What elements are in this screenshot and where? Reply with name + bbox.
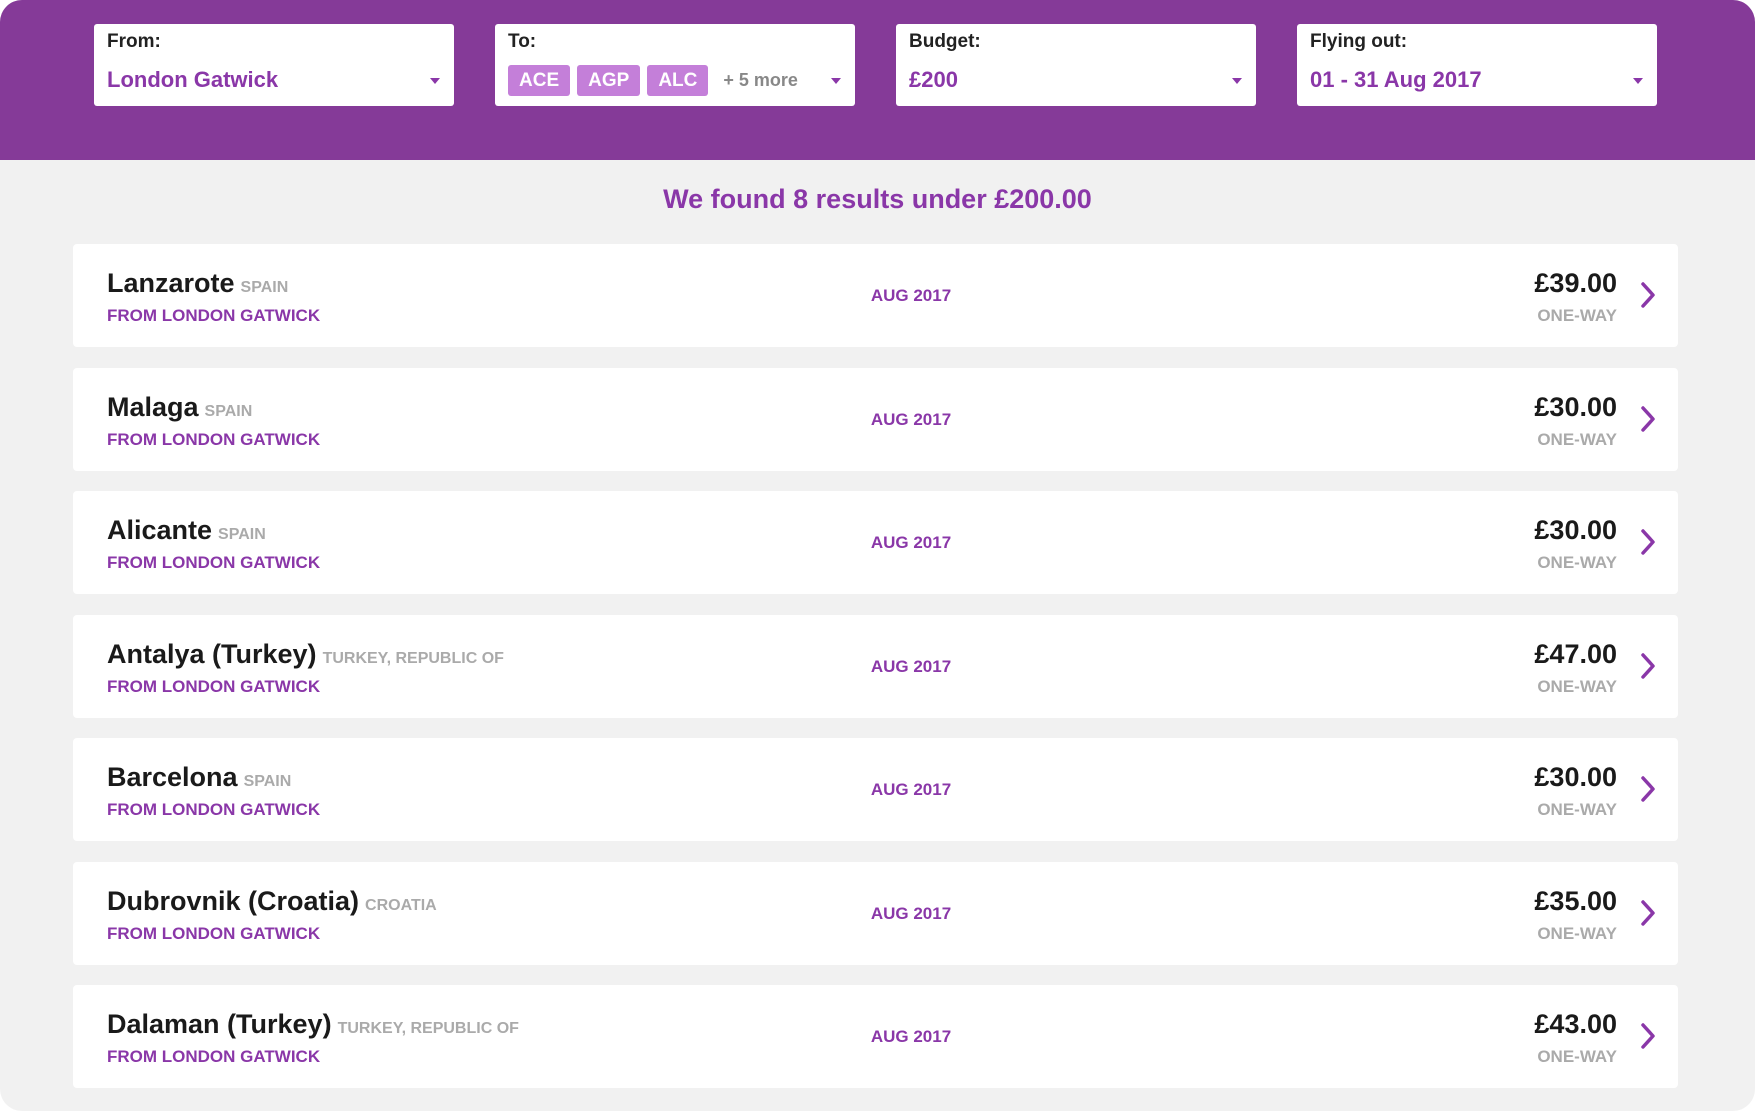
chevron-right-icon[interactable] bbox=[1640, 528, 1656, 556]
city-name: Antalya (Turkey) bbox=[107, 638, 317, 669]
destination: Barcelona SPAIN bbox=[107, 762, 291, 793]
country-name: TURKEY, REPUBLIC OF bbox=[322, 649, 504, 667]
budget-field[interactable]: Budget: £200 bbox=[896, 24, 1256, 106]
travel-date: AUG 2017 bbox=[870, 780, 952, 799]
more-destinations[interactable]: + 5 more bbox=[723, 70, 798, 91]
destination: Alicante SPAIN bbox=[107, 515, 266, 546]
destination-chips: ACE AGP ALC + 5 more bbox=[508, 65, 842, 96]
destination-chip[interactable]: ACE bbox=[508, 65, 571, 96]
trip-type: ONE-WAY bbox=[1537, 800, 1617, 819]
country-name: SPAIN bbox=[204, 402, 253, 420]
flying-out-value: 01 - 31 Aug 2017 bbox=[1310, 67, 1482, 92]
flying-out-label: Flying out: bbox=[1310, 31, 1408, 52]
trip-type: ONE-WAY bbox=[1537, 306, 1617, 325]
trip-type: ONE-WAY bbox=[1537, 923, 1617, 943]
result-row[interactable]: Barcelona SPAIN FROM LONDON GATWICK AUG 2… bbox=[73, 738, 1678, 841]
chevron-down-icon bbox=[1633, 78, 1643, 84]
chevron-right-icon[interactable] bbox=[1640, 775, 1656, 803]
country-name: CROATIA bbox=[365, 896, 437, 914]
country-name: SPAIN bbox=[218, 526, 266, 543]
origin-label: FROM LONDON GATWICK bbox=[107, 1047, 321, 1066]
from-value: London Gatwick bbox=[107, 67, 279, 92]
price: £43.00 bbox=[1534, 1009, 1617, 1039]
price: £39.00 bbox=[1534, 268, 1617, 298]
origin-label: FROM LONDON GATWICK bbox=[107, 306, 321, 325]
origin-label: FROM LONDON GATWICK bbox=[107, 923, 321, 943]
origin-label: FROM LONDON GATWICK bbox=[107, 800, 321, 819]
app-window: From: London Gatwick To: ACE AGP ALC + 5… bbox=[0, 0, 1755, 1111]
price: £35.00 bbox=[1534, 885, 1617, 916]
price: £30.00 bbox=[1534, 515, 1617, 545]
destination-chip[interactable]: AGP bbox=[577, 65, 641, 96]
travel-date: AUG 2017 bbox=[870, 286, 952, 305]
city-name: Dubrovnik (Croatia) bbox=[107, 885, 360, 916]
destination: Antalya (Turkey) TURKEY, REPUBLIC OF bbox=[107, 639, 504, 670]
result-row[interactable]: Malaga SPAIN FROM LONDON GATWICK AUG 2017… bbox=[73, 367, 1678, 471]
from-field[interactable]: From: London Gatwick bbox=[94, 24, 454, 106]
travel-date: AUG 2017 bbox=[870, 656, 952, 676]
chevron-down-icon bbox=[831, 78, 841, 84]
chevron-right-icon[interactable] bbox=[1640, 1022, 1656, 1050]
chevron-right-icon[interactable] bbox=[1640, 405, 1656, 433]
trip-type: ONE-WAY bbox=[1537, 429, 1617, 449]
country-name: SPAIN bbox=[240, 279, 289, 296]
trip-type: ONE-WAY bbox=[1537, 676, 1617, 696]
origin-label: FROM LONDON GATWICK bbox=[107, 676, 321, 696]
trip-type: ONE-WAY bbox=[1537, 1047, 1617, 1066]
travel-date: AUG 2017 bbox=[870, 903, 952, 923]
destination-chip[interactable]: ALC bbox=[647, 65, 709, 96]
price: £47.00 bbox=[1534, 638, 1617, 669]
country-name: TURKEY, REPUBLIC OF bbox=[337, 1020, 519, 1037]
result-row[interactable]: Lanzarote SPAIN FROM LONDON GATWICK AUG 2… bbox=[73, 244, 1678, 347]
from-label: From: bbox=[107, 31, 161, 52]
search-header: From: London Gatwick To: ACE AGP ALC + 5… bbox=[0, 0, 1755, 160]
city-name: Lanzarote bbox=[107, 268, 235, 298]
origin-label: FROM LONDON GATWICK bbox=[107, 429, 321, 449]
chevron-down-icon bbox=[430, 78, 440, 84]
budget-value: £200 bbox=[909, 67, 958, 92]
country-name: SPAIN bbox=[243, 773, 292, 790]
chevron-right-icon[interactable] bbox=[1640, 652, 1656, 680]
destination: Malaga SPAIN bbox=[107, 392, 252, 423]
city-name: Barcelona bbox=[107, 762, 238, 792]
travel-date: AUG 2017 bbox=[870, 409, 952, 429]
chevron-right-icon[interactable] bbox=[1640, 281, 1656, 309]
result-row[interactable]: Dubrovnik (Croatia) CROATIA FROM LONDON G… bbox=[73, 861, 1678, 965]
result-row[interactable]: Antalya (Turkey) TURKEY, REPUBLIC OF FROM… bbox=[73, 614, 1678, 718]
results-title: We found 8 results under £200.00 bbox=[663, 184, 1092, 214]
origin-label: FROM LONDON GATWICK bbox=[107, 553, 321, 572]
city-name: Malaga bbox=[107, 391, 199, 422]
result-row[interactable]: Dalaman (Turkey) TURKEY, REPUBLIC OF FROM… bbox=[73, 985, 1678, 1088]
results-list: Lanzarote SPAIN FROM LONDON GATWICK AUG 2… bbox=[73, 244, 1678, 1109]
result-row[interactable]: Alicante SPAIN FROM LONDON GATWICK AUG 20… bbox=[73, 491, 1678, 594]
to-field[interactable]: To: ACE AGP ALC + 5 more bbox=[495, 24, 855, 106]
flying-out-field[interactable]: Flying out: 01 - 31 Aug 2017 bbox=[1297, 24, 1657, 106]
city-name: Alicante bbox=[107, 515, 213, 545]
destination: Dalaman (Turkey) TURKEY, REPUBLIC OF bbox=[107, 1009, 519, 1040]
price: £30.00 bbox=[1534, 762, 1617, 792]
trip-type: ONE-WAY bbox=[1537, 553, 1617, 572]
travel-date: AUG 2017 bbox=[870, 533, 952, 552]
chevron-down-icon bbox=[1232, 78, 1242, 84]
destination: Lanzarote SPAIN bbox=[107, 268, 288, 299]
travel-date: AUG 2017 bbox=[870, 1027, 952, 1046]
destination: Dubrovnik (Croatia) CROATIA bbox=[107, 886, 437, 917]
budget-label: Budget: bbox=[909, 31, 981, 52]
to-label: To: bbox=[508, 31, 537, 52]
chevron-right-icon[interactable] bbox=[1640, 899, 1656, 927]
city-name: Dalaman (Turkey) bbox=[107, 1009, 332, 1039]
price: £30.00 bbox=[1534, 391, 1617, 422]
